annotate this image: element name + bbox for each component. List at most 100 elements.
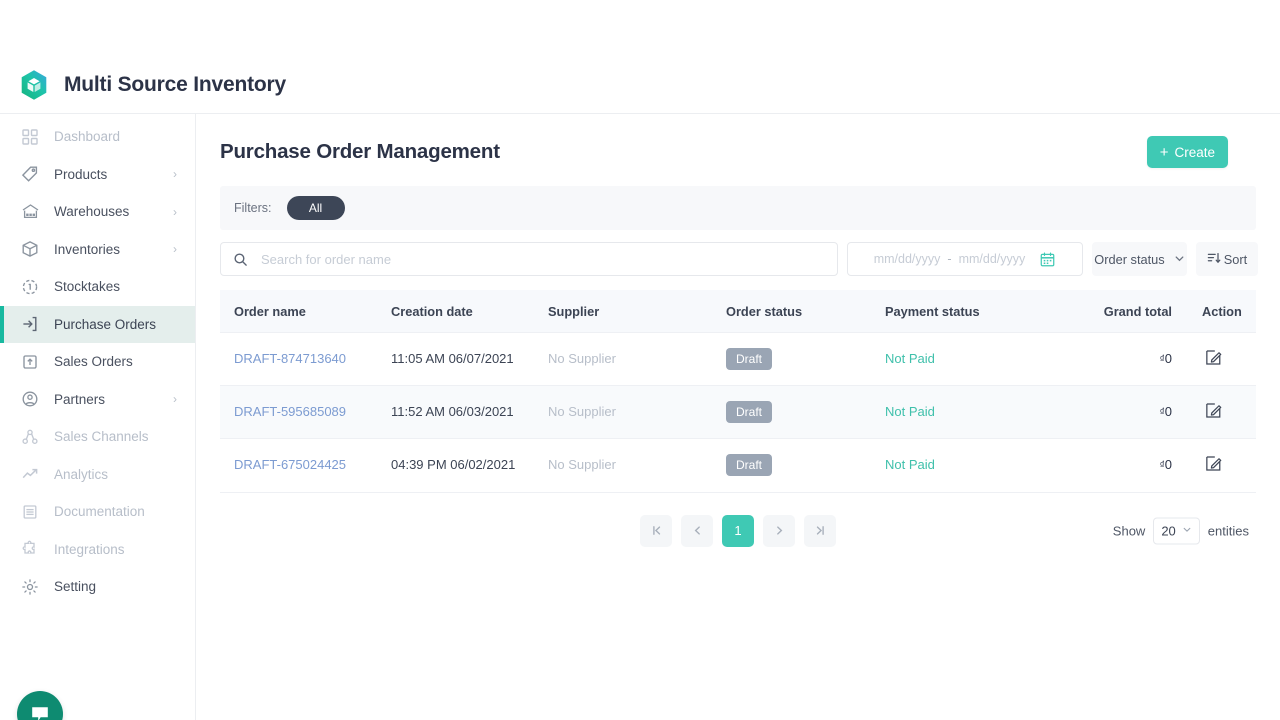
toolbar: mm/dd/yyyy - mm/dd/yyyy bbox=[220, 242, 1256, 276]
sidebar-item-setting[interactable]: Setting bbox=[0, 568, 195, 606]
hex-cube-logo-icon bbox=[18, 69, 50, 101]
table-row[interactable]: DRAFT-675024425 04:39 PM 06/02/2021 No S… bbox=[220, 439, 1256, 493]
sidebar-item-dashboard[interactable]: Dashboard bbox=[0, 118, 195, 156]
page-title: Purchase Order Management bbox=[220, 140, 500, 164]
search-input[interactable] bbox=[261, 252, 825, 267]
edit-square-icon[interactable] bbox=[1202, 453, 1224, 475]
brand-bar: Multi Source Inventory bbox=[0, 56, 1280, 114]
order-status-filter-label: Order status bbox=[1094, 252, 1164, 267]
pagination-page-1[interactable]: 1 bbox=[722, 515, 754, 547]
search-box[interactable] bbox=[220, 242, 838, 276]
sidebar-item-warehouses[interactable]: Warehouses › bbox=[0, 193, 195, 231]
sort-button-label: Sort bbox=[1224, 252, 1247, 267]
sidebar-item-label: Warehouses bbox=[54, 204, 129, 219]
chevron-down-icon bbox=[1182, 524, 1192, 537]
sidebar-item-partners[interactable]: Partners › bbox=[0, 381, 195, 419]
date-range-picker[interactable]: mm/dd/yyyy - mm/dd/yyyy bbox=[847, 242, 1083, 276]
table-row[interactable]: DRAFT-595685089 11:52 AM 06/03/2021 No S… bbox=[220, 386, 1256, 440]
tag-icon bbox=[20, 164, 40, 184]
status-badge: Draft bbox=[726, 348, 772, 370]
grand-total-value: ₫0 bbox=[1160, 457, 1172, 472]
filters-bar: Filters: All bbox=[220, 186, 1256, 230]
payment-status-value[interactable]: Not Paid bbox=[885, 351, 935, 366]
supplier-value: No Supplier bbox=[548, 457, 616, 472]
sidebar: Dashboard Products › bbox=[0, 114, 196, 720]
sidebar-item-stocktakes[interactable]: Stocktakes bbox=[0, 268, 195, 306]
column-header-order-status: Order status bbox=[712, 304, 871, 319]
chevron-down-icon bbox=[1174, 252, 1185, 267]
sidebar-item-sales-orders[interactable]: Sales Orders bbox=[0, 343, 195, 381]
arrow-into-box-icon bbox=[20, 314, 40, 334]
create-button-label: Create bbox=[1174, 145, 1215, 160]
sidebar-item-analytics[interactable]: Analytics bbox=[0, 456, 195, 494]
chat-bubble-icon[interactable] bbox=[17, 691, 63, 720]
channels-icon bbox=[20, 427, 40, 447]
sidebar-item-label: Setting bbox=[54, 579, 96, 594]
main-content: Purchase Order Management + Create Filte… bbox=[196, 114, 1280, 720]
supplier-value: No Supplier bbox=[548, 404, 616, 419]
sidebar-item-label: Partners bbox=[54, 392, 105, 407]
table-header-row: Order name Creation date Supplier Order … bbox=[220, 290, 1256, 332]
pagination-last-button[interactable] bbox=[804, 515, 836, 547]
table-row[interactable]: DRAFT-874713640 11:05 AM 06/07/2021 No S… bbox=[220, 332, 1256, 386]
sidebar-item-label: Integrations bbox=[54, 542, 125, 557]
sidebar-item-documentation[interactable]: Documentation bbox=[0, 493, 195, 531]
sidebar-item-label: Analytics bbox=[54, 467, 108, 482]
sidebar-item-sales-channels[interactable]: Sales Channels bbox=[0, 418, 195, 456]
sidebar-item-integrations[interactable]: Integrations bbox=[0, 531, 195, 569]
sidebar-item-products[interactable]: Products › bbox=[0, 156, 195, 194]
date-from-placeholder[interactable]: mm/dd/yyyy bbox=[874, 252, 941, 266]
pagination-first-button[interactable] bbox=[640, 515, 672, 547]
page-header: Purchase Order Management + Create bbox=[196, 114, 1280, 168]
brand-title: Multi Source Inventory bbox=[64, 73, 286, 97]
user-circle-icon bbox=[20, 389, 40, 409]
chevron-right-icon: › bbox=[173, 206, 177, 218]
table-body: DRAFT-874713640 11:05 AM 06/07/2021 No S… bbox=[220, 332, 1256, 493]
creation-date-value: 04:39 PM 06/02/2021 bbox=[391, 457, 515, 472]
sort-button[interactable]: Sort bbox=[1196, 242, 1258, 276]
chevron-right-icon: › bbox=[173, 393, 177, 405]
column-header-payment-status: Payment status bbox=[871, 304, 1074, 319]
payment-status-value[interactable]: Not Paid bbox=[885, 457, 935, 472]
page-size-control: Show 20 entities bbox=[1113, 517, 1249, 544]
sidebar-item-label: Documentation bbox=[54, 504, 145, 519]
sidebar-item-label: Dashboard bbox=[54, 129, 120, 144]
order-name-link[interactable]: DRAFT-595685089 bbox=[234, 404, 346, 419]
box-arrow-up-icon bbox=[20, 352, 40, 372]
column-header-grand-total: Grand total bbox=[1074, 304, 1186, 319]
chevron-right-icon: › bbox=[173, 168, 177, 180]
status-badge: Draft bbox=[726, 401, 772, 423]
create-button[interactable]: + Create bbox=[1147, 136, 1228, 168]
date-range-separator: - bbox=[947, 252, 951, 266]
order-status-filter[interactable]: Order status bbox=[1092, 242, 1187, 276]
entities-label: entities bbox=[1208, 523, 1249, 538]
creation-date-value: 11:52 AM 06/03/2021 bbox=[391, 404, 514, 419]
column-header-creation-date: Creation date bbox=[377, 304, 534, 319]
pagination-next-button[interactable] bbox=[763, 515, 795, 547]
grand-total-value: ₫0 bbox=[1160, 404, 1172, 419]
payment-status-value[interactable]: Not Paid bbox=[885, 404, 935, 419]
sidebar-nav: Dashboard Products › bbox=[0, 114, 195, 606]
supplier-value: No Supplier bbox=[548, 351, 616, 366]
edit-square-icon[interactable] bbox=[1202, 399, 1224, 421]
sidebar-item-purchase-orders[interactable]: Purchase Orders bbox=[0, 306, 195, 344]
order-name-link[interactable]: DRAFT-675024425 bbox=[234, 457, 346, 472]
puzzle-icon bbox=[20, 539, 40, 559]
calendar-icon[interactable] bbox=[1039, 251, 1056, 268]
page-size-select[interactable]: 20 bbox=[1153, 517, 1199, 544]
pagination: 1 Show 20 bbox=[196, 509, 1280, 553]
date-to-placeholder[interactable]: mm/dd/yyyy bbox=[959, 252, 1026, 266]
order-name-link[interactable]: DRAFT-874713640 bbox=[234, 351, 346, 366]
grid-icon bbox=[20, 127, 40, 147]
filter-chip-all[interactable]: All bbox=[287, 196, 345, 220]
sidebar-item-inventories[interactable]: Inventories › bbox=[0, 231, 195, 269]
filters-label: Filters: bbox=[234, 201, 272, 215]
box-icon bbox=[20, 239, 40, 259]
show-label: Show bbox=[1113, 523, 1146, 538]
search-icon bbox=[233, 252, 249, 267]
edit-square-icon[interactable] bbox=[1202, 346, 1224, 368]
sort-icon bbox=[1207, 251, 1221, 268]
pagination-prev-button[interactable] bbox=[681, 515, 713, 547]
plus-icon: + bbox=[1160, 145, 1169, 160]
sidebar-item-label: Inventories bbox=[54, 242, 120, 257]
